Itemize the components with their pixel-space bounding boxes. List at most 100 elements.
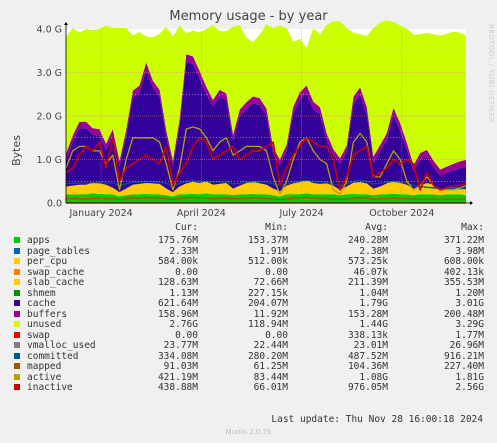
legend-max: 608.00k: [443, 256, 484, 267]
legend-avg: 487.52M: [347, 350, 388, 362]
legend-row-swap: swap 0.00 0.00 338.13k 1.77M: [0, 330, 497, 341]
legend-swatch: [14, 279, 20, 285]
legend-name: per_cpu: [27, 256, 68, 267]
legend-name: swap: [27, 329, 50, 341]
legend-max: 3.01G: [455, 298, 484, 309]
legend-min: 0.00: [265, 266, 288, 278]
legend-min: 512.00k: [247, 256, 288, 267]
legend-avg: 2.38M: [359, 245, 388, 257]
last-update: Last update: Thu Nov 28 16:00:18 2024: [271, 414, 483, 425]
legend-row-per-cpu: per_cpu 584.00k 512.00k 573.25k 608.00k: [0, 256, 497, 267]
legend-row-buffers: buffers 158.96M 11.92M 153.28M 200.48M: [0, 309, 497, 320]
legend-cur: 158.96M: [157, 308, 198, 320]
legend-avg: 573.25k: [347, 256, 388, 267]
legend-max: 402.13k: [443, 266, 484, 278]
legend-min: 22.44M: [253, 340, 288, 351]
legend-max: 3.29G: [455, 319, 484, 330]
legend-max: 2.56G: [455, 382, 484, 393]
legend-max: 227.40M: [443, 361, 484, 372]
legend-cur: 438.88M: [157, 382, 198, 393]
legend-max: 26.96M: [449, 340, 484, 351]
legend-row-page-tables: page_tables 2.33M 1.91M 2.38M 3.98M: [0, 246, 497, 257]
x-tick-label: July 2024: [278, 208, 323, 219]
legend-cur: 128.63M: [157, 277, 198, 288]
legend-avg: 211.39M: [347, 277, 388, 288]
legend-name: apps: [27, 235, 50, 246]
legend-row-vmalloc-used: vmalloc_used 23.77M 22.44M 23.01M 26.96M: [0, 340, 497, 351]
legend-swatch: [14, 289, 20, 296]
legend-swatch: [14, 310, 20, 317]
legend-avg: 1.44G: [359, 319, 388, 330]
legend-name: buffers: [27, 308, 68, 320]
legend-avg: 23.01M: [353, 340, 388, 351]
legend-cur: 2.33M: [169, 245, 198, 257]
legend-swatch: [14, 373, 20, 380]
legend-max: 355.53M: [443, 277, 484, 288]
legend-cur: 334.08M: [157, 350, 198, 362]
legend-name: committed: [27, 350, 79, 362]
legend-swatch: [14, 247, 20, 254]
legend-min: 204.07M: [247, 298, 288, 309]
x-axis-arrow: [470, 201, 473, 205]
legend-row-unused: unused 2.76G 118.94M 1.44G 3.29G: [0, 319, 497, 330]
legend-avg: 153.28M: [347, 308, 388, 320]
legend-max: 371.22M: [443, 235, 484, 246]
legend-cur: 584.00k: [157, 256, 198, 267]
legend-min: 280.20M: [247, 350, 288, 362]
legend-name: inactive: [27, 382, 73, 393]
legend-avg: 46.07k: [353, 266, 388, 278]
legend-header-avg: Avg:: [365, 222, 388, 233]
legend-min: 1.91M: [259, 245, 288, 257]
y-tick-label: 3.0 G: [37, 68, 63, 79]
legend: apps 175.76M 153.37M 240.28M 371.22M page_tab…: [0, 235, 497, 393]
legend-name: mapped: [27, 361, 62, 372]
x-tick-label: January 2024: [68, 208, 132, 219]
legend-max: 1.20M: [455, 287, 484, 299]
legend-max: 1.81G: [455, 371, 484, 383]
legend-swatch: [14, 258, 20, 264]
legend-cur: 0.00: [175, 266, 198, 278]
legend-avg: 1.79G: [359, 298, 388, 309]
legend-name: cache: [27, 298, 56, 309]
legend-name: slab_cache: [27, 277, 85, 288]
x-tick-label: April 2024: [177, 208, 226, 219]
legend-name: swap_cache: [27, 266, 85, 278]
legend-min: 0.00: [265, 329, 288, 341]
legend-swatch: [14, 268, 20, 275]
legend-max: 3.98M: [455, 245, 484, 257]
legend-header-min: Min:: [265, 222, 288, 233]
legend-header-max: Max:: [461, 222, 484, 233]
legend-min: 66.01M: [253, 382, 288, 393]
legend-cur: 621.64M: [157, 298, 198, 309]
legend-min: 227.15k: [247, 287, 288, 299]
legend-cur: 2.76G: [169, 319, 198, 330]
y-tick-label: 4.0 G: [37, 25, 63, 36]
legend-avg: 338.13k: [347, 329, 388, 341]
legend-swatch: [14, 300, 20, 306]
legend-swatch: [14, 331, 20, 338]
x-tick-label: October 2024: [369, 208, 434, 219]
legend-swatch: [14, 363, 20, 369]
legend-row-swap-cache: swap_cache 0.00 0.00 46.07k 402.13k: [0, 267, 497, 278]
legend-max: 1.77M: [455, 329, 484, 341]
legend-avg: 1.04M: [359, 287, 388, 299]
y-tick-label: 0.0: [47, 199, 62, 210]
legend-name: unused: [27, 319, 62, 330]
legend-min: 11.92M: [253, 308, 288, 320]
legend-avg: 976.05M: [347, 382, 388, 393]
legend-row-slab-cache: slab_cache 128.63M 72.66M 211.39M 355.53M: [0, 277, 497, 288]
legend-cur: 23.77M: [163, 340, 198, 351]
legend-row-inactive: inactive 438.88M 66.01M 976.05M 2.56G: [0, 382, 497, 393]
legend-swatch: [14, 237, 20, 243]
legend-row-committed: committed 334.08M 280.20M 487.52M 916.21M: [0, 351, 497, 362]
legend-min: 83.44M: [253, 371, 288, 383]
legend-cur: 175.76M: [157, 235, 198, 246]
legend-max: 916.21M: [443, 350, 484, 362]
legend-row-cache: cache 621.64M 204.07M 1.79G 3.01G: [0, 298, 497, 309]
legend-cur: 91.03M: [163, 361, 198, 372]
legend-min: 153.37M: [247, 235, 288, 246]
legend-name: shmem: [27, 287, 56, 299]
legend-avg: 1.08G: [359, 371, 388, 383]
legend-avg: 240.28M: [347, 235, 388, 246]
y-tick-label: 2.0 G: [37, 112, 63, 123]
